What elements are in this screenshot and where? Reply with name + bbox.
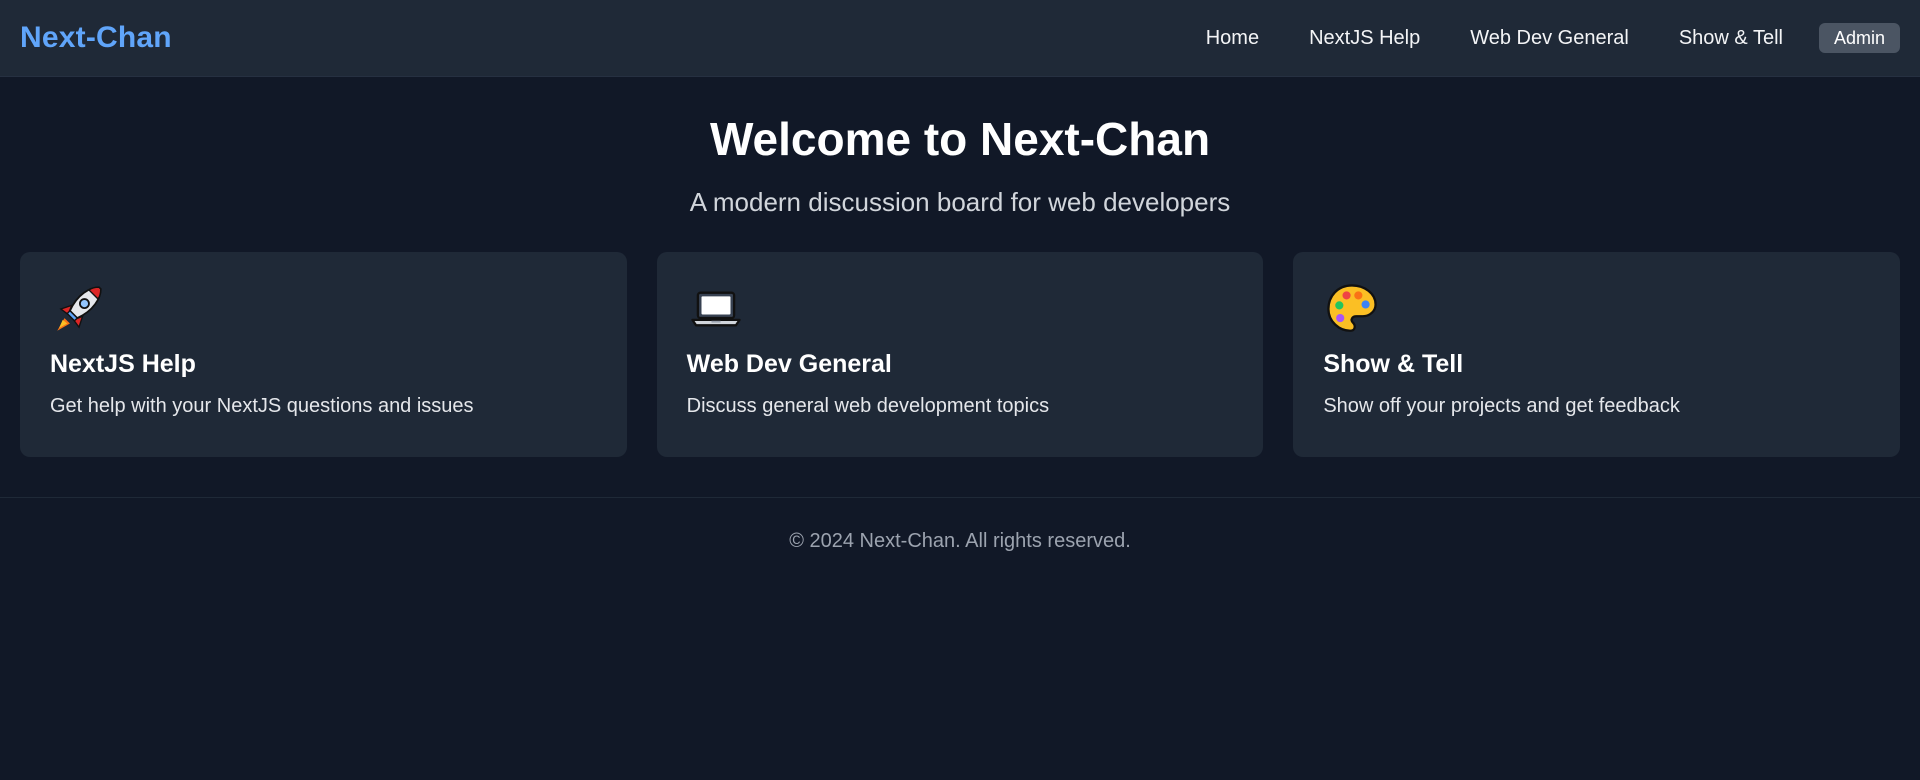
palette-icon xyxy=(1327,284,1378,332)
page-subtitle: A modern discussion board for web develo… xyxy=(689,187,1231,217)
board-card-description: Discuss general web development topics xyxy=(686,395,1050,417)
brand-logo-link[interactable]: Next-Chan xyxy=(20,21,172,55)
board-card-title: Show & Tell xyxy=(1323,350,1464,378)
rocket-icon xyxy=(57,286,102,331)
board-card-web-dev-general[interactable]: Web Dev General Discuss general web deve… xyxy=(656,252,1264,457)
board-card-description: Get help with your NextJS questions and … xyxy=(50,395,474,417)
nav-link-home[interactable]: Home xyxy=(1206,27,1259,50)
board-card-title: Web Dev General xyxy=(686,350,892,378)
admin-button[interactable]: Admin xyxy=(1818,23,1900,53)
board-card-list: NextJS Help Get help with your NextJS qu… xyxy=(20,252,1901,457)
nav-link-nextjs-help[interactable]: NextJS Help xyxy=(1309,27,1420,50)
top-navbar: Next-Chan Home NextJS Help Web Dev Gener… xyxy=(0,0,1920,77)
board-card-description: Show off your projects and get feedback xyxy=(1323,395,1680,417)
nav-link-show-and-tell[interactable]: Show & Tell xyxy=(1679,27,1783,50)
laptop-icon xyxy=(690,291,741,327)
footer-copyright: © 2024 Next-Chan. All rights reserved. xyxy=(789,530,1131,552)
footer-divider xyxy=(0,497,1920,498)
board-card-title: NextJS Help xyxy=(50,350,196,378)
nav-link-web-dev-general[interactable]: Web Dev General xyxy=(1470,27,1629,50)
board-card-nextjs-help[interactable]: NextJS Help Get help with your NextJS qu… xyxy=(20,252,627,457)
board-card-show-and-tell[interactable]: Show & Tell Show off your projects and g… xyxy=(1293,252,1901,457)
page-title: Welcome to Next-Chan xyxy=(709,113,1211,165)
main-nav: Home NextJS Help Web Dev General Show & … xyxy=(1206,23,1900,53)
